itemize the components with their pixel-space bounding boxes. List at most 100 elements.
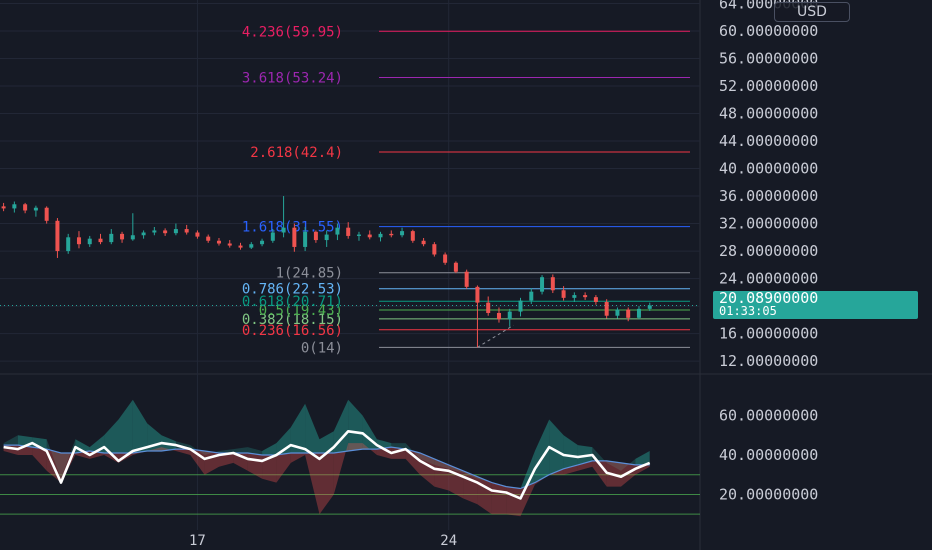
price-tick-label: 60.00000000: [719, 22, 818, 40]
oscillator-bull-area: [132, 399, 148, 453]
candle-body: [1, 206, 6, 209]
oscillator-bear-area: [506, 486, 521, 517]
price-tick-label: 28.00000000: [719, 242, 818, 260]
candlestick-series: [0, 196, 700, 348]
oscillator-bear-area: [276, 453, 291, 483]
candle-body: [389, 233, 394, 236]
candle-body: [410, 231, 415, 241]
candle-body: [593, 297, 598, 302]
candle-body: [109, 233, 114, 243]
oscillator-bull-area: [3, 435, 18, 446]
candle-body: [173, 229, 178, 234]
price-tick-label: 36.00000000: [719, 187, 818, 205]
chart-canvas: 0(14)0.236(16.56)0.382(18.15)0.5(19.43)0…: [0, 0, 932, 550]
candle-body: [496, 312, 501, 320]
candle-body: [432, 244, 437, 255]
candle-body: [604, 301, 609, 316]
candle-body: [561, 290, 566, 298]
candle-body: [195, 232, 200, 237]
candle-body: [647, 305, 652, 309]
candle-body: [464, 271, 469, 287]
candle-body: [324, 234, 329, 241]
fib-level-label: 4.236(59.95): [242, 24, 343, 40]
oscillator-bear-area: [305, 453, 320, 515]
oscillator-pane: [0, 399, 700, 517]
candle-body: [238, 245, 243, 248]
oscillator-tick-label: 40.00000000: [719, 446, 818, 464]
candle-body: [443, 254, 448, 263]
candle-body: [636, 308, 641, 318]
candle-body: [66, 237, 71, 252]
oscillator-bear-area: [290, 453, 306, 463]
price-tick-label: 48.00000000: [719, 104, 818, 122]
oscillator-bear-area: [319, 453, 334, 515]
time-tick-label: 17: [189, 533, 206, 549]
fib-level-label: 0(14): [301, 340, 343, 356]
candle-body: [98, 238, 103, 243]
fib-trend-line: [477, 324, 514, 348]
candle-body: [141, 232, 146, 236]
candle-body: [55, 220, 60, 252]
price-tick-label: 52.00000000: [719, 77, 818, 95]
candle-body: [152, 230, 157, 233]
price-tick-label: 12.00000000: [719, 352, 818, 370]
candle-body: [130, 235, 135, 240]
candle-body: [421, 240, 426, 245]
candle-body: [270, 232, 275, 241]
price-tick-label: 40.00000000: [719, 160, 818, 178]
candle-body: [475, 286, 480, 303]
last-price-label: 20.08900000 01:33:05: [713, 291, 918, 319]
oscillator-bear-area: [175, 449, 191, 455]
fib-level-label: 2.618(42.4): [250, 145, 343, 161]
candle-body: [356, 234, 361, 236]
price-axis[interactable]: 12.00000000 16.00000000 20.00000000 24.0000…: [719, 0, 818, 503]
candle-body: [12, 204, 17, 209]
time-axis[interactable]: 17 24: [189, 533, 457, 549]
price-tick-label: 16.00000000: [719, 325, 818, 343]
candle-body: [184, 229, 189, 233]
candle-body: [540, 277, 545, 292]
oscillator-bull-area: [305, 403, 320, 453]
candle-body: [378, 233, 383, 238]
candle-body: [303, 231, 308, 247]
candle-body: [615, 309, 620, 316]
candle-body: [550, 277, 555, 291]
candle-body: [227, 243, 232, 246]
price-tick-label: 32.00000000: [719, 215, 818, 233]
oscillator-bull-area: [233, 447, 248, 453]
candle-body: [76, 237, 81, 245]
price-tick-label: 56.00000000: [719, 49, 818, 67]
candle-body: [33, 207, 38, 211]
candle-body: [120, 233, 125, 240]
fib-level-label: 3.618(53.24): [242, 70, 343, 86]
candle-body: [313, 231, 318, 241]
oscillator-bull-area: [563, 435, 578, 469]
candle-body: [87, 238, 92, 245]
candle-body: [486, 302, 491, 313]
oscillator-bull-area: [262, 443, 277, 455]
oscillator-bear-area: [491, 482, 507, 515]
candle-body: [529, 291, 534, 301]
candle-body: [400, 231, 405, 236]
candle-body: [453, 262, 458, 272]
bar-countdown: 01:33:05: [719, 304, 777, 318]
currency-selector[interactable]: USD: [774, 2, 850, 22]
oscillator-bull-area: [118, 399, 133, 453]
price-tick-label: 44.00000000: [719, 132, 818, 150]
candle-body: [44, 207, 49, 221]
candle-body: [281, 227, 286, 233]
candle-body: [626, 309, 631, 318]
oscillator-tick-label: 60.00000000: [719, 407, 818, 425]
candle-body: [346, 227, 351, 236]
candle-body: [507, 311, 512, 320]
candle-body: [583, 295, 588, 298]
candle-body: [335, 227, 340, 235]
candle-body: [216, 240, 221, 244]
candle-body: [260, 240, 265, 245]
oscillator-tick-label: 20.00000000: [719, 485, 818, 503]
candle-body: [206, 236, 211, 241]
candle-body: [518, 300, 523, 312]
price-tick-label: 24.00000000: [719, 270, 818, 288]
candle-body: [367, 234, 372, 238]
candle-body: [249, 244, 254, 248]
